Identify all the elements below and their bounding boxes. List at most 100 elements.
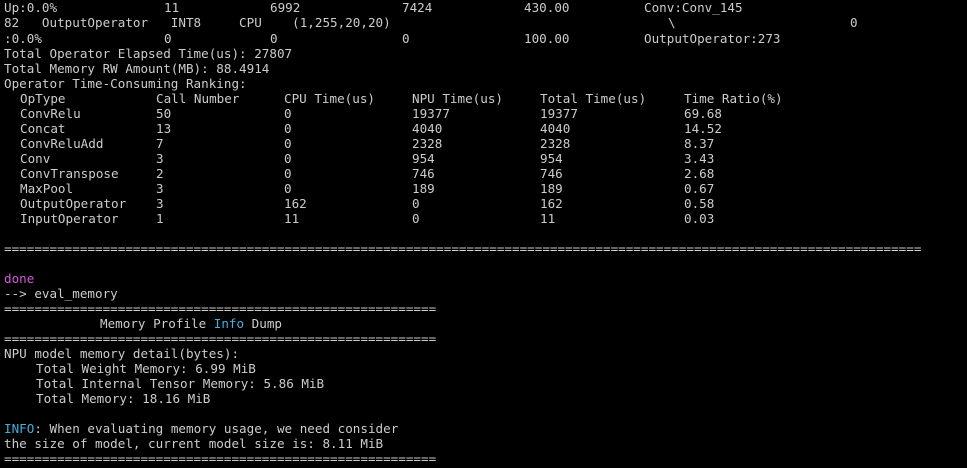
table-cell: 954 [540,151,563,166]
elapsed-time-line: Total Operator Elapsed Time(us): 27807 [4,46,293,61]
internal-memory-line: Total Internal Tensor Memory: 5.86 MiB [36,376,325,391]
profile-cell: OutputOperator:273 [644,31,781,46]
profile-cell: Up:0.0% [4,0,58,15]
table-cell: InputOperator [20,211,119,226]
table-cell: 189 [540,181,563,196]
table-cell: 0.67 [684,181,715,196]
table-cell: 4040 [412,121,443,136]
table-cell: 2.68 [684,166,715,181]
table-cell: 0.58 [684,196,715,211]
profile-cell: Conv:Conv_145 [644,0,743,15]
profile-cell: \ [668,15,676,30]
long-separator: ========================================… [4,241,922,256]
table-cell: 0 [284,106,292,121]
table-cell: 19377 [412,106,450,121]
table-cell: 11 [540,211,556,226]
table-cell: 162 [284,196,307,211]
table-cell: 69.68 [684,106,722,121]
total-memory-line: Total Memory: 18.16 MiB [36,391,211,406]
memory-profile-title: Memory Profile Info Dump [100,316,282,331]
column-header: Time Ratio(%) [684,91,783,106]
table-cell: ConvReluAdd [20,136,104,151]
table-cell: 3 [156,151,164,166]
table-cell: 3.43 [684,151,715,166]
info-note-text: : When evaluating memory usage, we need … [34,421,399,436]
table-row: ConvReluAdd 7 0 2328 2328 8.37 [4,136,714,151]
table-cell: 954 [412,151,435,166]
table-cell: 0.03 [684,211,715,226]
memory-profile-title-suffix: Dump [244,316,282,331]
table-cell: 0 [284,166,292,181]
table-cell: 1 [156,211,164,226]
table-cell: 0 [284,181,292,196]
table-cell: 746 [412,166,435,181]
table-cell: 4040 [540,121,571,136]
table-cell: ConvRelu [20,106,81,121]
table-row: InputOperator 1 11 0 11 0.03 [4,211,714,226]
table-cell: 3 [156,181,164,196]
profile-cell: 0 [164,31,172,46]
table-cell: 3 [156,196,164,211]
memory-profile-title-prefix: Memory Profile [100,316,214,331]
table-cell: 0 [284,121,292,136]
table-cell: Concat [20,121,66,136]
table-cell: 0 [284,151,292,166]
memory-rw-line: Total Memory RW Amount(MB): 88.4914 [4,61,270,76]
table-cell: ConvTranspose [20,166,119,181]
info-tag: INFO [4,421,35,436]
profile-cell: :0.0% [4,31,42,46]
memory-profile-title-info: Info [213,316,245,331]
table-row: OutputOperator 3 162 0 162 0.58 [4,196,714,211]
table-cell: OutputOperator [20,196,127,211]
column-header: Call Number [156,91,240,106]
table-row: ConvTranspose 2 0 746 746 2.68 [4,166,714,181]
table-cell: 13 [156,121,172,136]
table-row: ConvRelu 50 0 19377 19377 69.68 [4,106,722,121]
table-cell: 746 [540,166,563,181]
command-line: --> eval_memory [4,286,118,301]
column-header: CPU Time(us) [284,91,375,106]
done-status: done [4,271,35,286]
column-header: NPU Time(us) [412,91,503,106]
table-cell: 162 [540,196,563,211]
profile-cell: 0 [402,31,410,46]
table-cell: 189 [412,181,435,196]
table-row: Conv 3 0 954 954 3.43 [4,151,714,166]
table-row: Concat 13 0 4040 4040 14.52 [4,121,722,136]
table-cell: 2328 [540,136,571,151]
memory-separator-middle: ========================================… [4,331,436,346]
weight-memory-line: Total Weight Memory: 6.99 MiB [36,361,256,376]
profile-row-top-1: Up:0.0% 11 6992 7424 430.00 Conv:Conv_14… [4,0,743,15]
table-cell: 2328 [412,136,443,151]
table-cell: 0 [412,196,420,211]
table-cell: 0 [284,136,292,151]
profile-cell: 430.00 [524,0,570,15]
profile-cell: 0 [850,15,858,30]
table-cell: 2 [156,166,164,181]
profile-cell: 100.00 [524,31,570,46]
column-header: OpType [20,91,66,106]
ranking-title: Operator Time-Consuming Ranking: [4,76,247,91]
profile-cell: 0 [270,31,278,46]
table-cell: 11 [284,211,300,226]
table-cell: 50 [156,106,172,121]
info-note-line-1: INFO: When evaluating memory usage, we n… [4,421,398,436]
table-cell: 7 [156,136,164,151]
terminal-window[interactable]: Up:0.0% 11 6992 7424 430.00 Conv:Conv_14… [0,0,967,468]
column-header: Total Time(us) [540,91,647,106]
table-row: MaxPool 3 0 189 189 0.67 [4,181,714,196]
memory-detail-heading: NPU model memory detail(bytes): [4,346,240,361]
memory-separator-bottom: ========================================… [4,451,436,466]
table-cell: 8.37 [684,136,715,151]
table-cell: 19377 [540,106,578,121]
table-cell: Conv [20,151,51,166]
memory-separator-top: ========================================… [4,301,436,316]
profile-cell: 82 OutputOperator INT8 CPU (1,255,20,20) [4,15,391,30]
profile-cell: 7424 [402,0,433,15]
ranking-header-row: OpType Call Number CPU Time(us) NPU Time… [4,91,783,106]
profile-row-top-3: :0.0% 0 0 0 100.00 OutputOperator:273 [4,31,780,46]
profile-cell: 11 [164,0,180,15]
profile-row-top-2: 82 OutputOperator INT8 CPU (1,255,20,20)… [4,15,858,30]
info-note-line-2: the size of model, current model size is… [4,436,384,451]
profile-cell: 6992 [270,0,301,15]
